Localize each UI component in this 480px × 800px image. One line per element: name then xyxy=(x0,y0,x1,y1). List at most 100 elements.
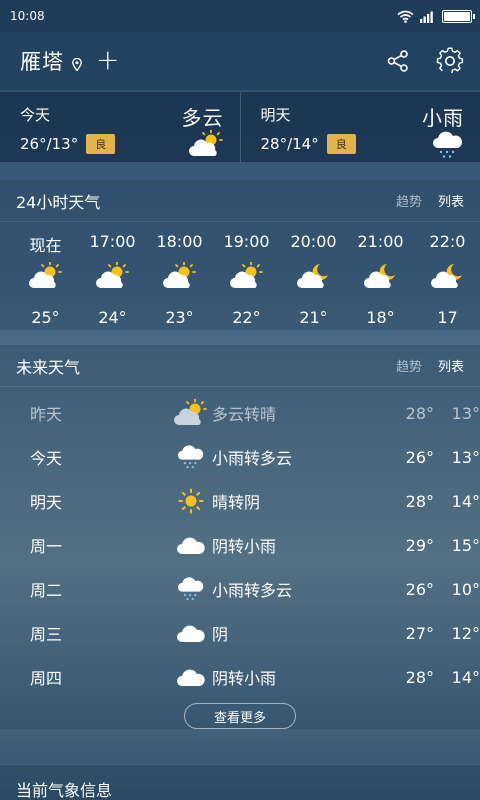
today-condition: 多云 xyxy=(181,106,224,130)
day-condition: 晴转阴 xyxy=(212,493,261,512)
day-row[interactable]: 周三 阴 27° 12° xyxy=(0,611,480,655)
day-high-temp: 26° xyxy=(405,579,434,599)
status-time: 10:08 xyxy=(10,9,45,23)
header-actions xyxy=(386,47,464,75)
day-high-temp: 28° xyxy=(405,667,434,687)
wifi-icon xyxy=(397,10,414,23)
day-name: 周二 xyxy=(30,581,63,600)
daily-list: 昨天 多云转晴 28° 13° 今天 小雨转多云 26° 13° 明天 晴转阴 28° 14° 周一 阴转… xyxy=(0,387,480,699)
hour-time: 现在 xyxy=(29,236,62,255)
trend-tab[interactable]: 趋势 xyxy=(396,356,422,375)
hour-temp: 17 xyxy=(437,308,458,327)
today-card[interactable]: 今天 26°/13° 良 多云 xyxy=(0,92,240,162)
day-row[interactable]: 周二 小雨转多云 26° 10° xyxy=(0,567,480,611)
location-pin-icon xyxy=(72,57,82,71)
hour-item: 19:00 22° xyxy=(213,222,280,327)
signal-icon xyxy=(420,11,433,23)
tomorrow-condition: 小雨 xyxy=(422,106,464,130)
hour-time: 18:00 xyxy=(156,232,203,251)
today-temp: 26°/13° xyxy=(20,135,79,153)
hourly-header: 24小时天气 趋势 列表 xyxy=(0,180,480,222)
hour-temp: 25° xyxy=(31,308,60,327)
partly-cloudy-icon xyxy=(162,261,198,294)
future-forecast-section: 未来天气 趋势 列表 昨天 多云转晴 28° 13° 今天 小雨转多云 26° 13° 明天 晴转… xyxy=(0,345,480,729)
tomorrow-card[interactable]: 明天 28°/14° 良 小雨 xyxy=(239,92,480,162)
add-city-icon[interactable]: + xyxy=(96,46,119,74)
aqi-badge: 良 xyxy=(86,134,116,154)
day-name: 周四 xyxy=(30,669,63,688)
day-row[interactable]: 周四 阴转小雨 28° 14° xyxy=(0,655,480,699)
cloudy-night-icon xyxy=(363,262,399,294)
partly-cloudy-icon xyxy=(95,261,131,294)
partly-cloudy-icon xyxy=(170,399,212,427)
future-title: 未来天气 xyxy=(16,357,81,377)
day-high-temp: 27° xyxy=(405,623,434,643)
hour-temp: 21° xyxy=(299,308,328,327)
current-info-title: 当前气象信息 xyxy=(16,781,113,800)
light-rain-icon xyxy=(433,131,462,158)
hour-temp: 24° xyxy=(98,308,127,327)
hour-item: 18:00 23° xyxy=(146,222,213,327)
list-tab[interactable]: 列表 xyxy=(438,191,464,210)
aqi-badge: 良 xyxy=(326,134,356,154)
current-info-header: 当前气象信息 xyxy=(0,764,480,800)
share-icon[interactable] xyxy=(386,49,410,73)
battery-icon xyxy=(442,9,475,23)
day-name: 周三 xyxy=(30,625,63,644)
day-low-temp: 14° xyxy=(451,667,480,687)
day-row[interactable]: 昨天 多云转晴 28° 13° xyxy=(0,391,480,435)
day-high-temp: 28° xyxy=(405,491,434,511)
hourly-title: 24小时天气 xyxy=(16,192,101,212)
day-high-temp: 28° xyxy=(405,403,434,423)
light-rain-icon xyxy=(170,575,212,603)
hour-time: 21:00 xyxy=(357,232,404,251)
day-name: 昨天 xyxy=(30,405,63,424)
hour-time: 20:00 xyxy=(290,232,337,251)
today-temp-row: 26°/13° 良 xyxy=(20,134,116,154)
settings-gear-icon[interactable] xyxy=(436,47,464,75)
day-row[interactable]: 周一 阴转小雨 29° 15° xyxy=(0,523,480,567)
day-row[interactable]: 今天 小雨转多云 26° 13° xyxy=(0,435,480,479)
trend-tab[interactable]: 趋势 xyxy=(396,191,422,210)
day-row[interactable]: 明天 晴转阴 28° 14° xyxy=(0,479,480,523)
day-low-temp: 14° xyxy=(451,491,480,511)
day-name: 今天 xyxy=(30,449,63,468)
day-low-temp: 13° xyxy=(451,403,480,423)
cloudy-night-icon xyxy=(296,262,332,294)
day-name: 明天 xyxy=(30,493,63,512)
day-low-temp: 12° xyxy=(451,623,480,643)
hour-temp: 22° xyxy=(232,308,261,327)
hour-time: 22:0 xyxy=(429,232,466,251)
hour-item: 20:00 21° xyxy=(280,222,347,327)
sunny-icon xyxy=(170,488,212,514)
hour-time: 17:00 xyxy=(89,232,136,251)
light-rain-icon xyxy=(170,443,212,471)
cloudy-night-icon xyxy=(430,262,466,294)
hour-item: 22:0 17 xyxy=(414,222,480,327)
hourly-list[interactable]: 现在 25° 17:00 24° 18:00 23° 19:00 22° 20:00 21° 21:… xyxy=(0,222,480,327)
day-condition: 阴转小雨 xyxy=(212,669,277,688)
day-condition: 小雨转多云 xyxy=(212,581,293,600)
hourly-forecast-section: 24小时天气 趋势 列表 现在 25° 17:00 24° 18:00 23° 19:00 2… xyxy=(0,180,480,330)
overcast-icon xyxy=(170,535,212,555)
partly-cloudy-icon xyxy=(229,261,265,294)
hour-item: 17:00 24° xyxy=(79,222,146,327)
hourly-view-switch: 趋势 列表 xyxy=(396,191,464,210)
day-condition: 阴转小雨 xyxy=(212,537,277,556)
hour-item: 现在 25° xyxy=(12,222,79,327)
day-low-temp: 10° xyxy=(451,579,480,599)
overcast-icon xyxy=(170,667,212,687)
day-name: 周一 xyxy=(30,537,63,556)
overcast-icon xyxy=(170,623,212,643)
app-header: 雁塔 + xyxy=(0,32,480,90)
day-high-temp: 29° xyxy=(405,535,434,555)
hour-temp: 18° xyxy=(366,308,395,327)
future-view-switch: 趋势 列表 xyxy=(396,356,464,375)
city-name[interactable]: 雁塔 xyxy=(20,46,64,76)
list-tab[interactable]: 列表 xyxy=(438,356,464,375)
day-condition: 小雨转多云 xyxy=(212,449,293,468)
day-low-temp: 13° xyxy=(451,447,480,467)
status-bar: 10:08 xyxy=(0,0,480,32)
day-high-temp: 26° xyxy=(405,447,434,467)
view-more-button[interactable]: 查看更多 xyxy=(184,703,296,729)
